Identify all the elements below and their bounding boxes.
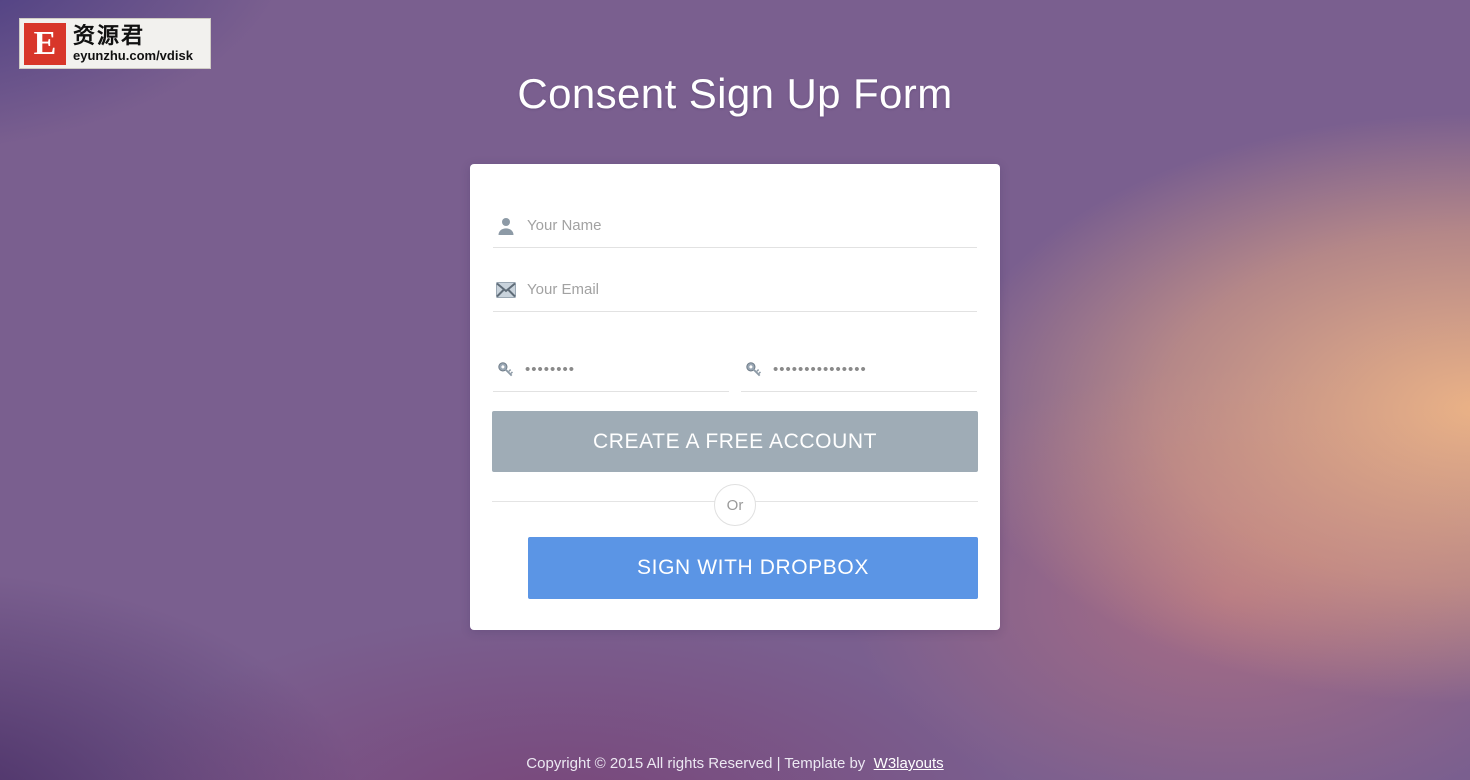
footer: Copyright © 2015 All rights Reserved | T… — [0, 755, 1470, 772]
logo-text-block: 资源君 eyunzhu.com/vdisk — [73, 24, 193, 63]
page-title: Consent Sign Up Form — [517, 70, 953, 118]
signup-card: CREATE A FREE ACCOUNT Or SIGN WITH DROPB… — [470, 164, 1000, 630]
key-icon — [493, 357, 519, 383]
email-field-row[interactable] — [493, 268, 977, 312]
key-icon — [741, 357, 767, 383]
site-logo: E 资源君 eyunzhu.com/vdisk — [19, 18, 211, 69]
w3layouts-link[interactable]: W3layouts — [874, 755, 944, 772]
email-input[interactable] — [527, 276, 977, 303]
name-field-row[interactable] — [493, 204, 977, 248]
copyright-text: Copyright © 2015 All rights Reserved | T… — [526, 755, 866, 772]
password-field-row[interactable] — [493, 348, 729, 392]
or-divider: Or — [492, 484, 978, 530]
logo-url: eyunzhu.com/vdisk — [73, 48, 193, 63]
or-label: Or — [714, 484, 756, 526]
logo-letter-mark: E — [24, 22, 66, 65]
name-input[interactable] — [527, 212, 977, 239]
create-account-button[interactable]: CREATE A FREE ACCOUNT — [492, 411, 978, 472]
sign-with-dropbox-button[interactable]: SIGN WITH DROPBOX — [528, 537, 978, 599]
logo-chinese-name: 资源君 — [73, 24, 146, 48]
confirm-password-input[interactable] — [773, 356, 977, 383]
footer-spacer — [865, 755, 873, 772]
password-input[interactable] — [525, 356, 729, 383]
confirm-password-field-row[interactable] — [741, 348, 977, 392]
user-icon — [493, 213, 519, 239]
envelope-icon — [493, 277, 519, 303]
